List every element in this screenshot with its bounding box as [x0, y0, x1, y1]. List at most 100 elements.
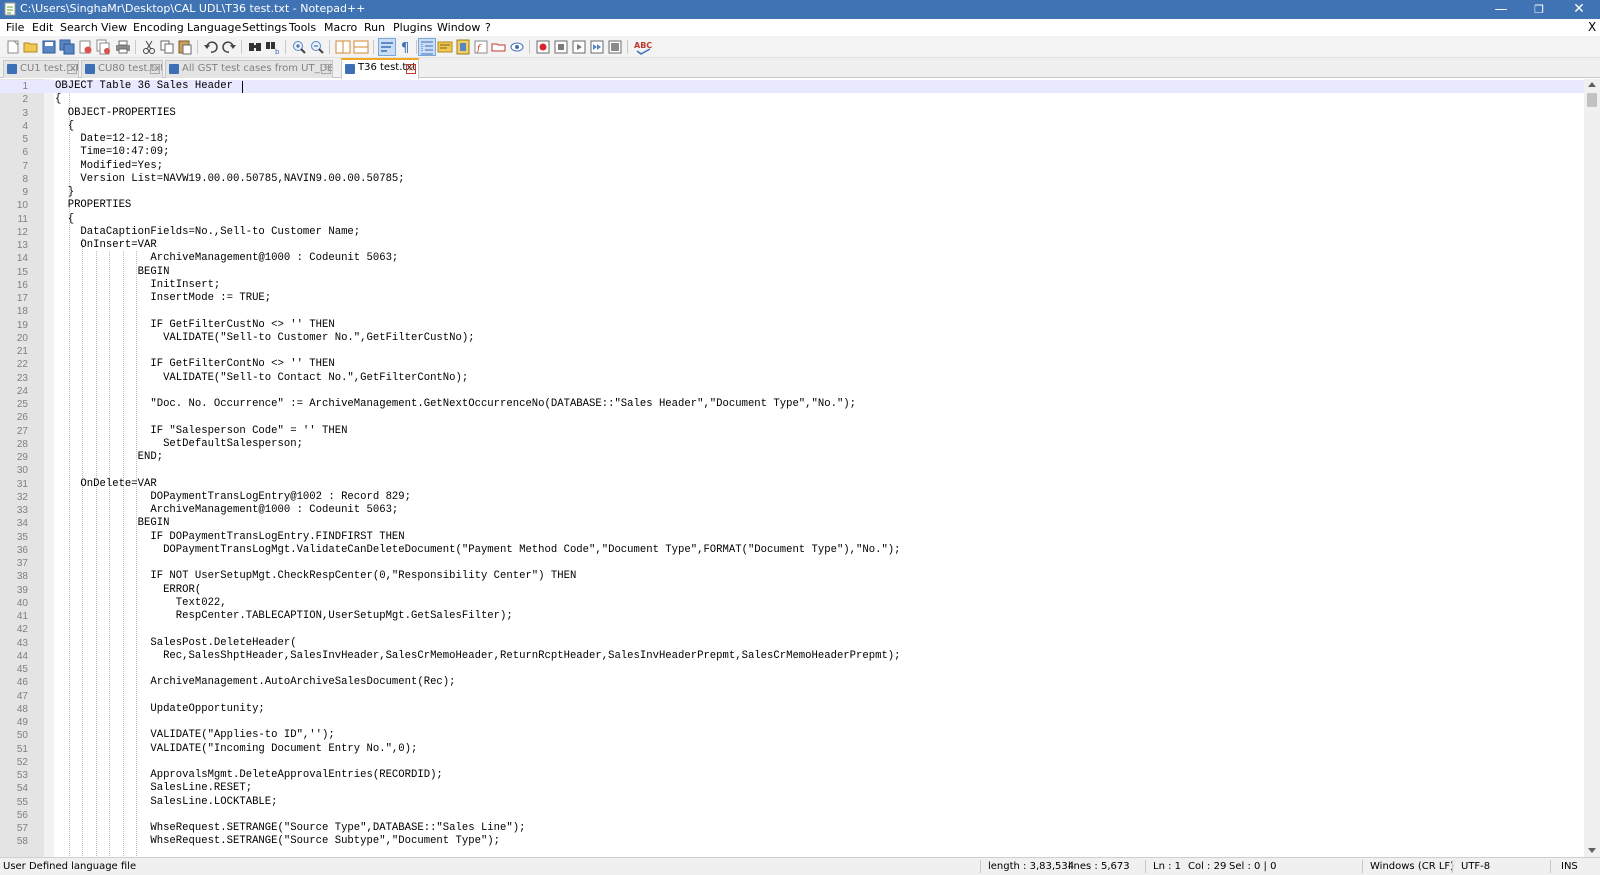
- code-line[interactable]: 32 DOPaymentTransLogEntry@1002 : Record …: [0, 491, 1584, 504]
- code-line[interactable]: 24: [0, 385, 1584, 398]
- folder-as-workspace-icon[interactable]: [491, 39, 507, 55]
- code-line[interactable]: 35 IF DOPaymentTransLogEntry.FINDFIRST T…: [0, 531, 1584, 544]
- save-icon[interactable]: [41, 39, 57, 55]
- code-line[interactable]: 22 IF GetFilterContNo <> '' THEN: [0, 358, 1584, 371]
- code-line[interactable]: 46 ArchiveManagement.AutoArchiveSalesDoc…: [0, 676, 1584, 689]
- find-icon[interactable]: [247, 39, 263, 55]
- cut-icon[interactable]: [141, 39, 157, 55]
- show-all-chars-icon[interactable]: ¶: [398, 39, 414, 55]
- code-line[interactable]: 38 IF NOT UserSetupMgt.CheckRespCenter(0…: [0, 570, 1584, 583]
- code-line[interactable]: 21: [0, 345, 1584, 358]
- code-line[interactable]: 48 UpdateOpportunity;: [0, 703, 1584, 716]
- menu-tools[interactable]: Tools: [289, 21, 316, 34]
- code-line[interactable]: 15 BEGIN: [0, 266, 1584, 279]
- code-line[interactable]: 20 VALIDATE("Sell-to Customer No.",GetFi…: [0, 332, 1584, 345]
- close-all-icon[interactable]: [95, 39, 111, 55]
- scroll-thumb[interactable]: [1587, 93, 1597, 107]
- code-line[interactable]: 39 ERROR(: [0, 584, 1584, 597]
- new-file-icon[interactable]: [5, 39, 21, 55]
- code-line[interactable]: 53 ApprovalsMgmt.DeleteApprovalEntries(R…: [0, 769, 1584, 782]
- menu-help[interactable]: ?: [485, 21, 491, 34]
- status-encoding[interactable]: UTF-8: [1461, 858, 1490, 875]
- word-wrap-icon[interactable]: [378, 38, 396, 56]
- save-macro-icon[interactable]: [607, 39, 623, 55]
- code-line[interactable]: 17 InsertMode := TRUE;: [0, 292, 1584, 305]
- menu-encoding[interactable]: Encoding: [133, 21, 184, 34]
- menu-edit[interactable]: Edit: [32, 21, 53, 34]
- code-line[interactable]: 12 DataCaptionFields=No.,Sell-to Custome…: [0, 226, 1584, 239]
- code-line[interactable]: 9 }: [0, 186, 1584, 199]
- code-line[interactable]: 28 SetDefaultSalesperson;: [0, 438, 1584, 451]
- undo-icon[interactable]: [203, 39, 219, 55]
- code-line[interactable]: 7 Modified=Yes;: [0, 160, 1584, 173]
- redo-icon[interactable]: [221, 39, 237, 55]
- maximize-button[interactable]: ❐: [1520, 0, 1558, 19]
- code-line[interactable]: 5 Date=12-12-18;: [0, 133, 1584, 146]
- zoom-in-icon[interactable]: [291, 39, 307, 55]
- scroll-up-icon[interactable]: [1588, 82, 1596, 87]
- code-line[interactable]: 42: [0, 623, 1584, 636]
- tab-close-icon[interactable]: ×: [67, 64, 77, 74]
- code-line[interactable]: 49: [0, 716, 1584, 729]
- code-line[interactable]: 45: [0, 663, 1584, 676]
- code-line[interactable]: 31 OnDelete=VAR: [0, 478, 1584, 491]
- code-line[interactable]: 57 WhseRequest.SETRANGE("Source Type",DA…: [0, 822, 1584, 835]
- spell-check-icon[interactable]: ABC: [634, 39, 654, 55]
- code-line[interactable]: 11 {: [0, 213, 1584, 226]
- play-macro-icon[interactable]: [571, 39, 587, 55]
- close-document-button[interactable]: X: [1588, 20, 1596, 34]
- sync-horizontal-icon[interactable]: [353, 39, 369, 55]
- tab-close-icon[interactable]: ×: [321, 64, 331, 74]
- editor-area[interactable]: 1 OBJECT Table 36 Sales Header 2{3 OBJECT-…: [0, 79, 1600, 857]
- code-line[interactable]: 43 SalesPost.DeleteHeader(: [0, 637, 1584, 650]
- tab-close-icon[interactable]: ×: [406, 64, 416, 74]
- zoom-out-icon[interactable]: [309, 39, 325, 55]
- code-line[interactable]: 18: [0, 305, 1584, 318]
- scroll-down-icon[interactable]: [1588, 848, 1596, 853]
- code-line[interactable]: 14 ArchiveManagement@1000 : Codeunit 506…: [0, 252, 1584, 265]
- paste-icon[interactable]: [177, 39, 193, 55]
- menu-run[interactable]: Run: [364, 21, 385, 34]
- code-line[interactable]: 33 ArchiveManagement@1000 : Codeunit 506…: [0, 504, 1584, 517]
- code-line[interactable]: 10 PROPERTIES: [0, 199, 1584, 212]
- tab-all-gst-test-cases[interactable]: All GST test cases from UT_DEV.txt ×: [165, 60, 333, 78]
- code-line[interactable]: 3 OBJECT-PROPERTIES: [0, 107, 1584, 120]
- save-all-icon[interactable]: [59, 39, 75, 55]
- code-line[interactable]: 2{: [0, 93, 1584, 106]
- code-line[interactable]: 54 SalesLine.RESET;: [0, 782, 1584, 795]
- vertical-scrollbar[interactable]: [1584, 79, 1600, 857]
- code-line[interactable]: 41 RespCenter.TABLECAPTION,UserSetupMgt.…: [0, 610, 1584, 623]
- code-line[interactable]: 8 Version List=NAVW19.00.00.50785,NAVIN9…: [0, 173, 1584, 186]
- close-icon[interactable]: [77, 39, 93, 55]
- code-line[interactable]: 25 "Doc. No. Occurrence" := ArchiveManag…: [0, 398, 1584, 411]
- code-line[interactable]: 29 END;: [0, 451, 1584, 464]
- copy-icon[interactable]: [159, 39, 175, 55]
- menu-file[interactable]: File: [6, 21, 24, 34]
- code-line[interactable]: 30: [0, 464, 1584, 477]
- code-line[interactable]: 58 WhseRequest.SETRANGE("Source Subtype"…: [0, 835, 1584, 848]
- sync-vertical-icon[interactable]: [335, 39, 351, 55]
- code-line[interactable]: 56: [0, 809, 1584, 822]
- code-line[interactable]: 16 InitInsert;: [0, 279, 1584, 292]
- print-icon[interactable]: [115, 39, 131, 55]
- open-file-icon[interactable]: [23, 39, 39, 55]
- code-line[interactable]: 47: [0, 690, 1584, 703]
- status-eol[interactable]: Windows (CR LF): [1370, 858, 1454, 875]
- menu-search[interactable]: Search: [60, 21, 98, 34]
- udl-icon[interactable]: [437, 39, 453, 55]
- tab-cu80-test[interactable]: CU80 test.txt ×: [81, 60, 163, 78]
- code-line[interactable]: 37: [0, 557, 1584, 570]
- menu-language[interactable]: Language: [187, 21, 241, 34]
- code-line[interactable]: 4 {: [0, 120, 1584, 133]
- tab-close-icon[interactable]: ×: [150, 64, 160, 74]
- menu-settings[interactable]: Settings: [242, 21, 287, 34]
- code-line[interactable]: 23 VALIDATE("Sell-to Contact No.",GetFil…: [0, 372, 1584, 385]
- minimize-button[interactable]: —: [1482, 0, 1520, 19]
- menu-macro[interactable]: Macro: [324, 21, 357, 34]
- status-insert-mode[interactable]: INS: [1561, 858, 1578, 875]
- monitoring-icon[interactable]: [509, 39, 525, 55]
- code-line[interactable]: 34 BEGIN: [0, 517, 1584, 530]
- indent-guide-icon[interactable]: [418, 38, 436, 56]
- replace-icon[interactable]: b: [265, 39, 281, 55]
- code-line[interactable]: 27 IF "Salesperson Code" = '' THEN: [0, 425, 1584, 438]
